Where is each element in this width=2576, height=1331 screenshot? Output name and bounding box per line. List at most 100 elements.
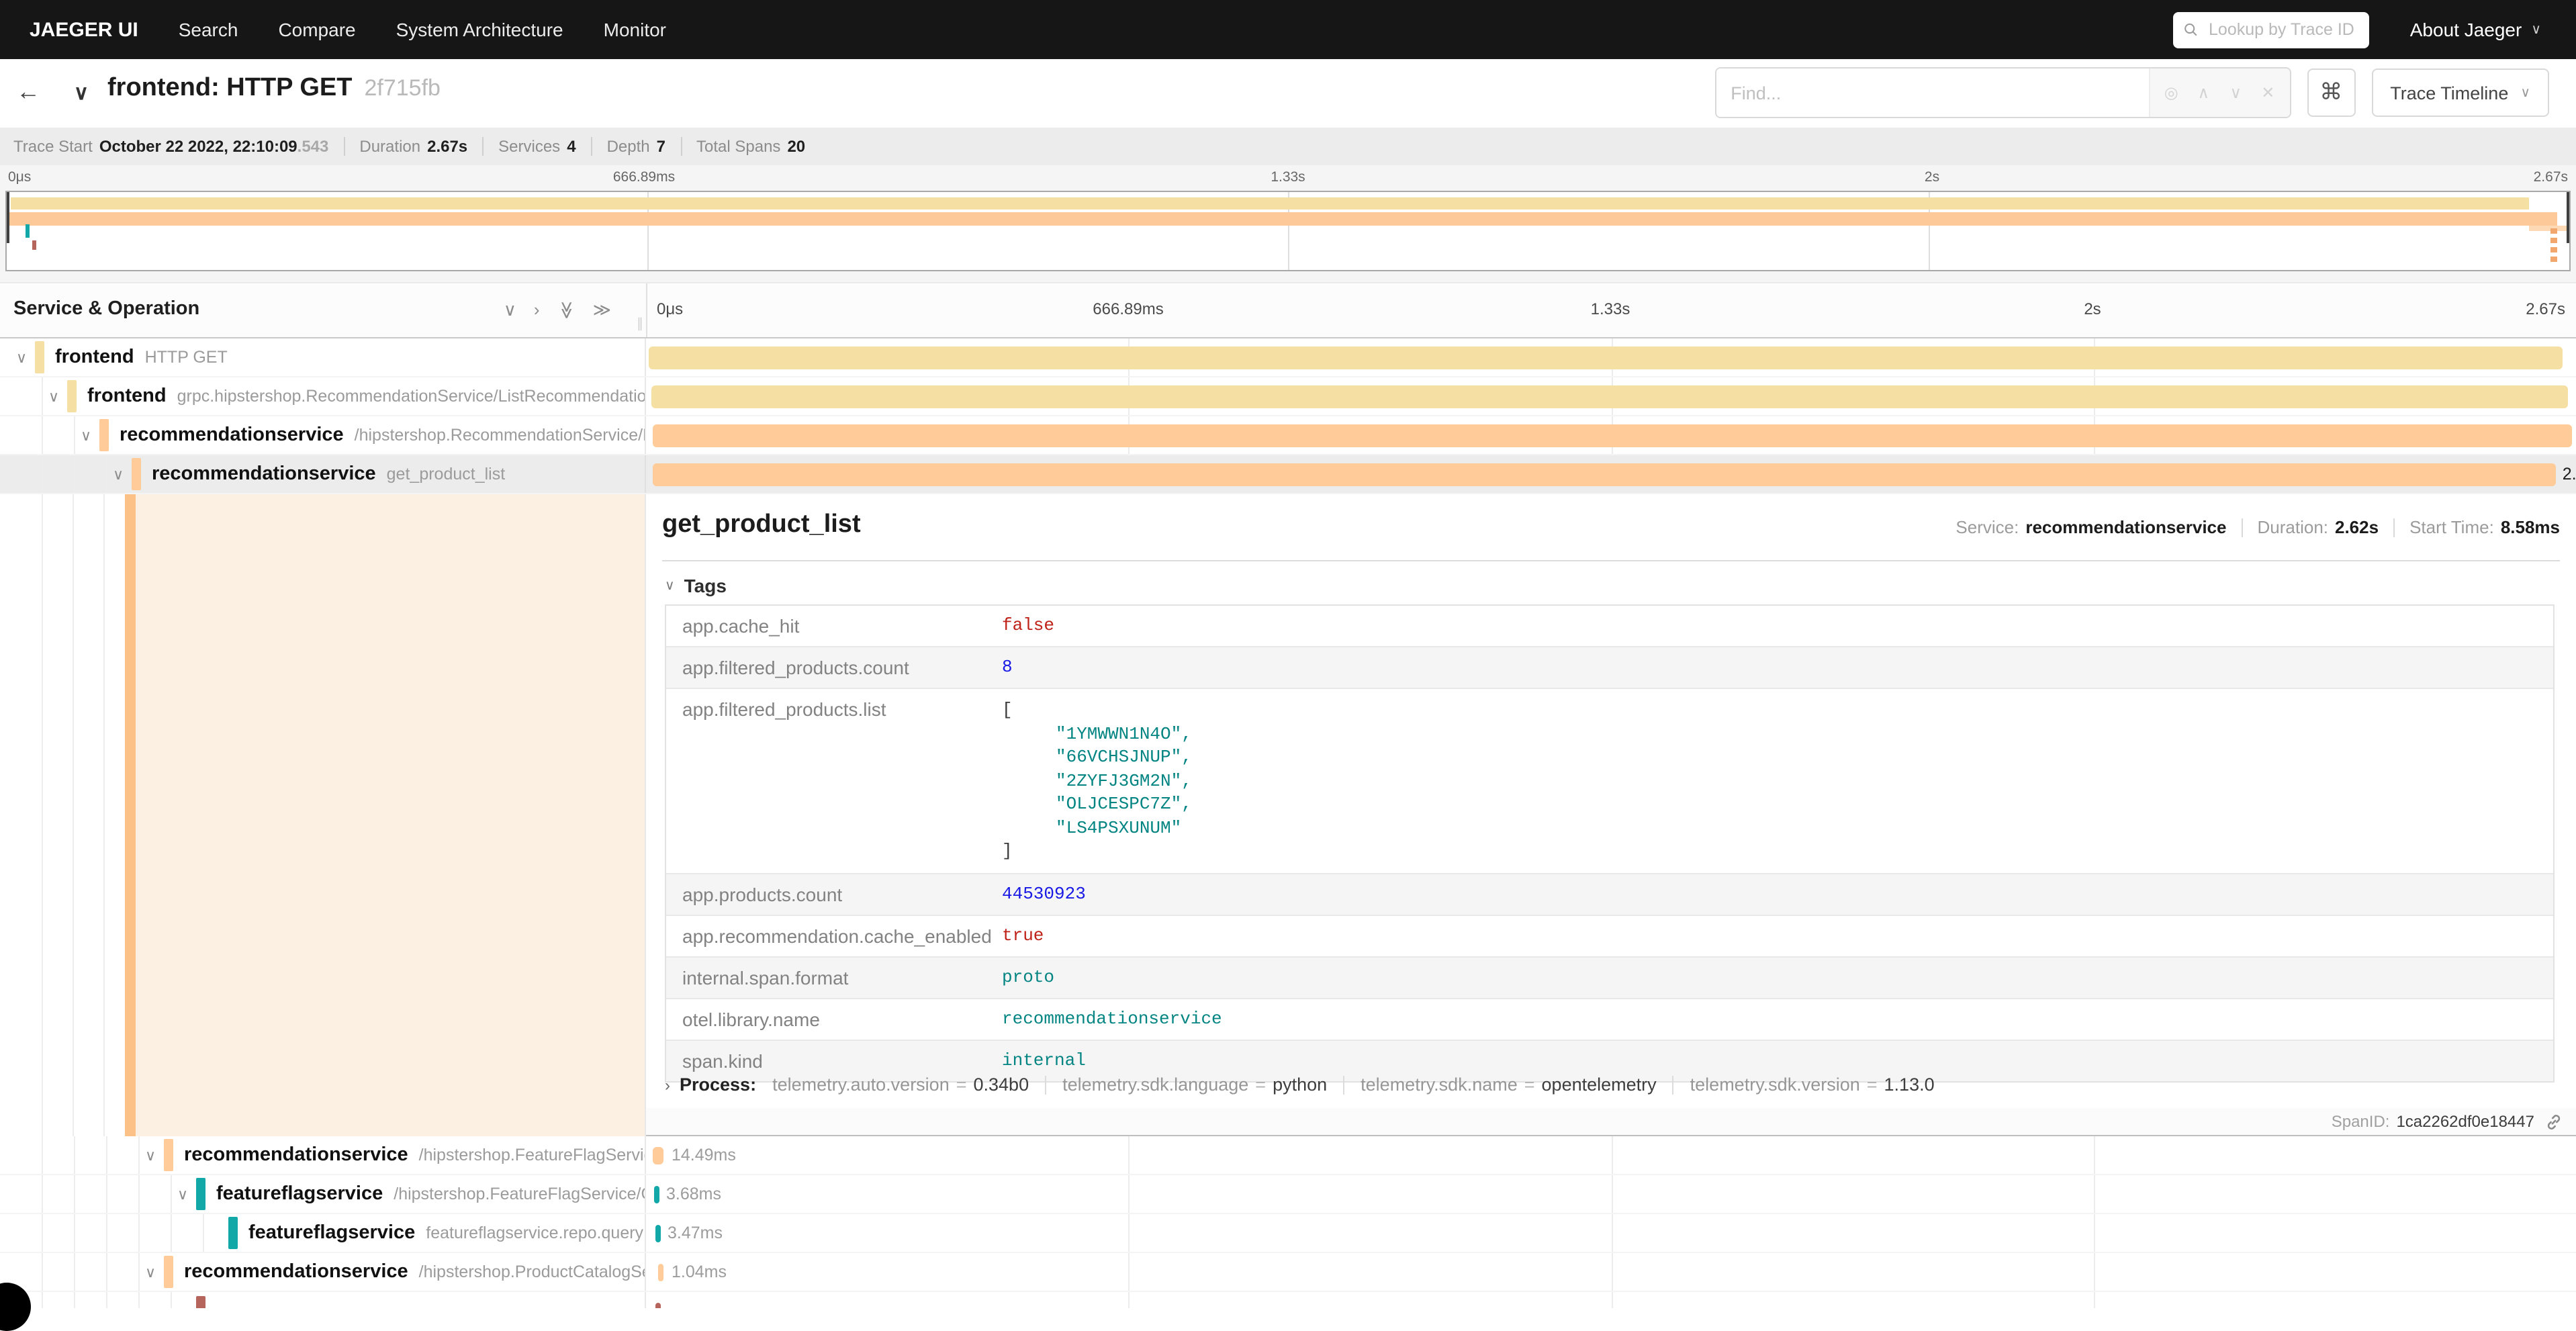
minimap-left-scrubber[interactable] — [7, 192, 9, 243]
service-color-chip — [99, 419, 109, 451]
minimap-span-frontend — [11, 197, 2529, 210]
minimap-tick-3: 2s — [1925, 169, 1939, 185]
service-color-chip — [132, 458, 141, 490]
find-next-icon[interactable]: ∨ — [2219, 83, 2252, 102]
span-row-featureflag-getflag[interactable]: ∨ featureflagservice /hipstershop.Featur… — [0, 1175, 2576, 1214]
depth-label: Depth — [607, 137, 650, 156]
tag-row[interactable]: app.recommendation.cache_enabled true — [666, 914, 2553, 956]
minimap-span-recommendation — [9, 212, 2557, 226]
expand-one-icon[interactable]: › — [534, 300, 540, 321]
service-color-chip — [67, 380, 77, 412]
trace-id-short: 2f715fb — [365, 75, 441, 101]
tag-row[interactable]: app.filtered_products.count 8 — [666, 646, 2553, 688]
span-row-get-product-list[interactable]: ∨ recommendationservice get_product_list… — [0, 455, 2576, 494]
span-row-featureflag-client[interactable]: ∨ recommendationservice /hipstershop.Fea… — [0, 1136, 2576, 1175]
span-detail-overview: Service:recommendationservice Duration:2… — [1956, 517, 2560, 537]
minimap-right-scrubber[interactable] — [2567, 192, 2569, 243]
find-clear-icon[interactable]: ✕ — [2252, 83, 2284, 102]
span-bar[interactable] — [654, 1186, 659, 1203]
chevron-down-icon[interactable]: ∨ — [140, 1146, 161, 1164]
minimap-tick-2: 1.33s — [1271, 169, 1305, 185]
back-button[interactable]: ← — [16, 78, 40, 106]
service-label: Service: — [1956, 517, 2019, 537]
span-id-strip: SpanID: 1ca2262df0e18447 — [646, 1108, 2576, 1136]
span-row-frontend-httpget[interactable]: ∨ frontend HTTP GET — [0, 338, 2576, 377]
collapse-all-icon[interactable]: ≫ — [555, 301, 577, 319]
span-detail: get_product_list Service: recommendations… — [0, 494, 2576, 1136]
chevron-down-icon[interactable]: ∨ — [75, 426, 97, 444]
keyboard-shortcuts-button[interactable]: ⌘ — [2307, 68, 2355, 117]
start-time-value: 8.58ms — [2501, 517, 2560, 537]
minimap-canvas[interactable] — [5, 191, 2571, 271]
span-row-featureflag-repo-query[interactable]: featureflagservice featureflagservice.re… — [0, 1214, 2576, 1253]
trace-title: frontend: HTTP GET2f715fb — [107, 74, 441, 103]
find-input[interactable] — [1716, 68, 2148, 117]
jaeger-logo[interactable]: JAEGER UI — [30, 18, 138, 41]
timeline-tick-4: 2.67s — [2526, 300, 2565, 318]
chevron-down-icon: ∨ — [665, 578, 675, 593]
deep-link-icon[interactable] — [2545, 1113, 2563, 1130]
chevron-down-icon[interactable]: ∨ — [172, 1185, 193, 1203]
tag-row[interactable]: internal.span.format proto — [666, 956, 2553, 997]
trace-start-label: Trace Start — [13, 137, 93, 156]
tag-row[interactable]: app.cache_hit false — [666, 606, 2553, 646]
span-duration: 1.04ms — [672, 1263, 727, 1281]
span-bar[interactable] — [651, 385, 2568, 408]
start-time-label: Start Time: — [2409, 517, 2494, 537]
search-icon — [2184, 21, 2198, 38]
span-id-label: SpanID: — [2332, 1112, 2390, 1131]
collapse-trace-header-icon[interactable]: ∨ — [74, 81, 89, 105]
span-bar[interactable] — [649, 347, 2563, 369]
timeline-header: Service & Operation ∨ › ≫ ≫ ∥ 0μs 666.89… — [0, 282, 2576, 338]
collapse-one-icon[interactable]: ∨ — [504, 300, 516, 321]
service-color-chip — [228, 1217, 238, 1249]
chevron-down-icon[interactable]: ∨ — [140, 1263, 161, 1281]
span-bar[interactable] — [655, 1225, 660, 1242]
duration-value: 2.67s — [427, 137, 467, 156]
span-row-productcatalog-client[interactable]: ∨ recommendationservice /hipstershop.Pro… — [0, 1253, 2576, 1292]
span-duration: 2.62s — [2563, 465, 2576, 484]
nav-item-monitor[interactable]: Monitor — [604, 19, 666, 40]
span-detail-title: get_product_list — [662, 510, 861, 539]
about-jaeger-menu[interactable]: About Jaeger ∨ — [2410, 19, 2541, 40]
find-prev-icon[interactable]: ∧ — [2187, 83, 2219, 102]
span-row-frontend-listrecommendations[interactable]: ∨ frontend grpc.hipstershop.Recommendati… — [0, 377, 2576, 416]
tags-section-toggle[interactable]: ∨ Tags — [665, 575, 727, 596]
span-bar[interactable] — [653, 424, 2572, 447]
total-spans-label: Total Spans — [696, 137, 780, 156]
tag-row[interactable]: app.products.count 44530923 — [666, 872, 2553, 914]
span-detail-accent-bar — [125, 494, 136, 1136]
trace-view-selector[interactable]: Trace Timeline ∨ — [2371, 68, 2549, 117]
total-spans-value: 20 — [787, 137, 805, 156]
service-color-chip — [164, 1139, 173, 1171]
span-bar[interactable] — [658, 1264, 663, 1281]
tag-row[interactable]: app.filtered_products.list [ "1YMWWN1N4O… — [666, 688, 2553, 872]
span-rows-bottom: ∨ recommendationservice /hipstershop.Fea… — [0, 1136, 2576, 1308]
trace-minimap: 0μs 666.89ms 1.33s 2s 2.67s — [0, 165, 2576, 282]
column-resize-handle[interactable]: ∥ — [637, 317, 643, 332]
span-row-recommendation-listrecommendations[interactable]: ∨ recommendationservice /hipstershop.Rec… — [0, 416, 2576, 455]
span-bar[interactable] — [655, 1303, 660, 1308]
tag-row[interactable]: otel.library.name recommendationservice — [666, 997, 2553, 1039]
command-icon: ⌘ — [2319, 79, 2342, 106]
service-operation-header: Service & Operation — [13, 298, 199, 320]
chevron-down-icon[interactable]: ∨ — [11, 349, 32, 366]
trace-id-lookup — [2174, 11, 2370, 48]
duration-value: 2.62s — [2335, 517, 2379, 537]
span-duration: 3.47ms — [668, 1224, 723, 1242]
service-value: recommendationservice — [2025, 517, 2226, 537]
find-match-icon[interactable]: ◎ — [2155, 83, 2187, 102]
process-section[interactable]: › Process: telemetry.auto.version=0.34b0… — [665, 1074, 1935, 1095]
chevron-down-icon[interactable]: ∨ — [43, 387, 64, 405]
service-color-chip — [164, 1256, 173, 1288]
expand-all-icon[interactable]: ≫ — [593, 300, 611, 321]
chevron-down-icon[interactable]: ∨ — [107, 465, 129, 483]
trace-id-lookup-input[interactable] — [2206, 19, 2359, 40]
span-bar[interactable] — [653, 463, 2556, 486]
nav-item-search[interactable]: Search — [179, 19, 238, 40]
span-row-partial[interactable] — [0, 1292, 2576, 1308]
nav-item-system-architecture[interactable]: System Architecture — [396, 19, 563, 40]
span-bar[interactable] — [653, 1147, 663, 1164]
nav-item-compare[interactable]: Compare — [278, 19, 355, 40]
span-duration: 14.49ms — [672, 1146, 736, 1164]
